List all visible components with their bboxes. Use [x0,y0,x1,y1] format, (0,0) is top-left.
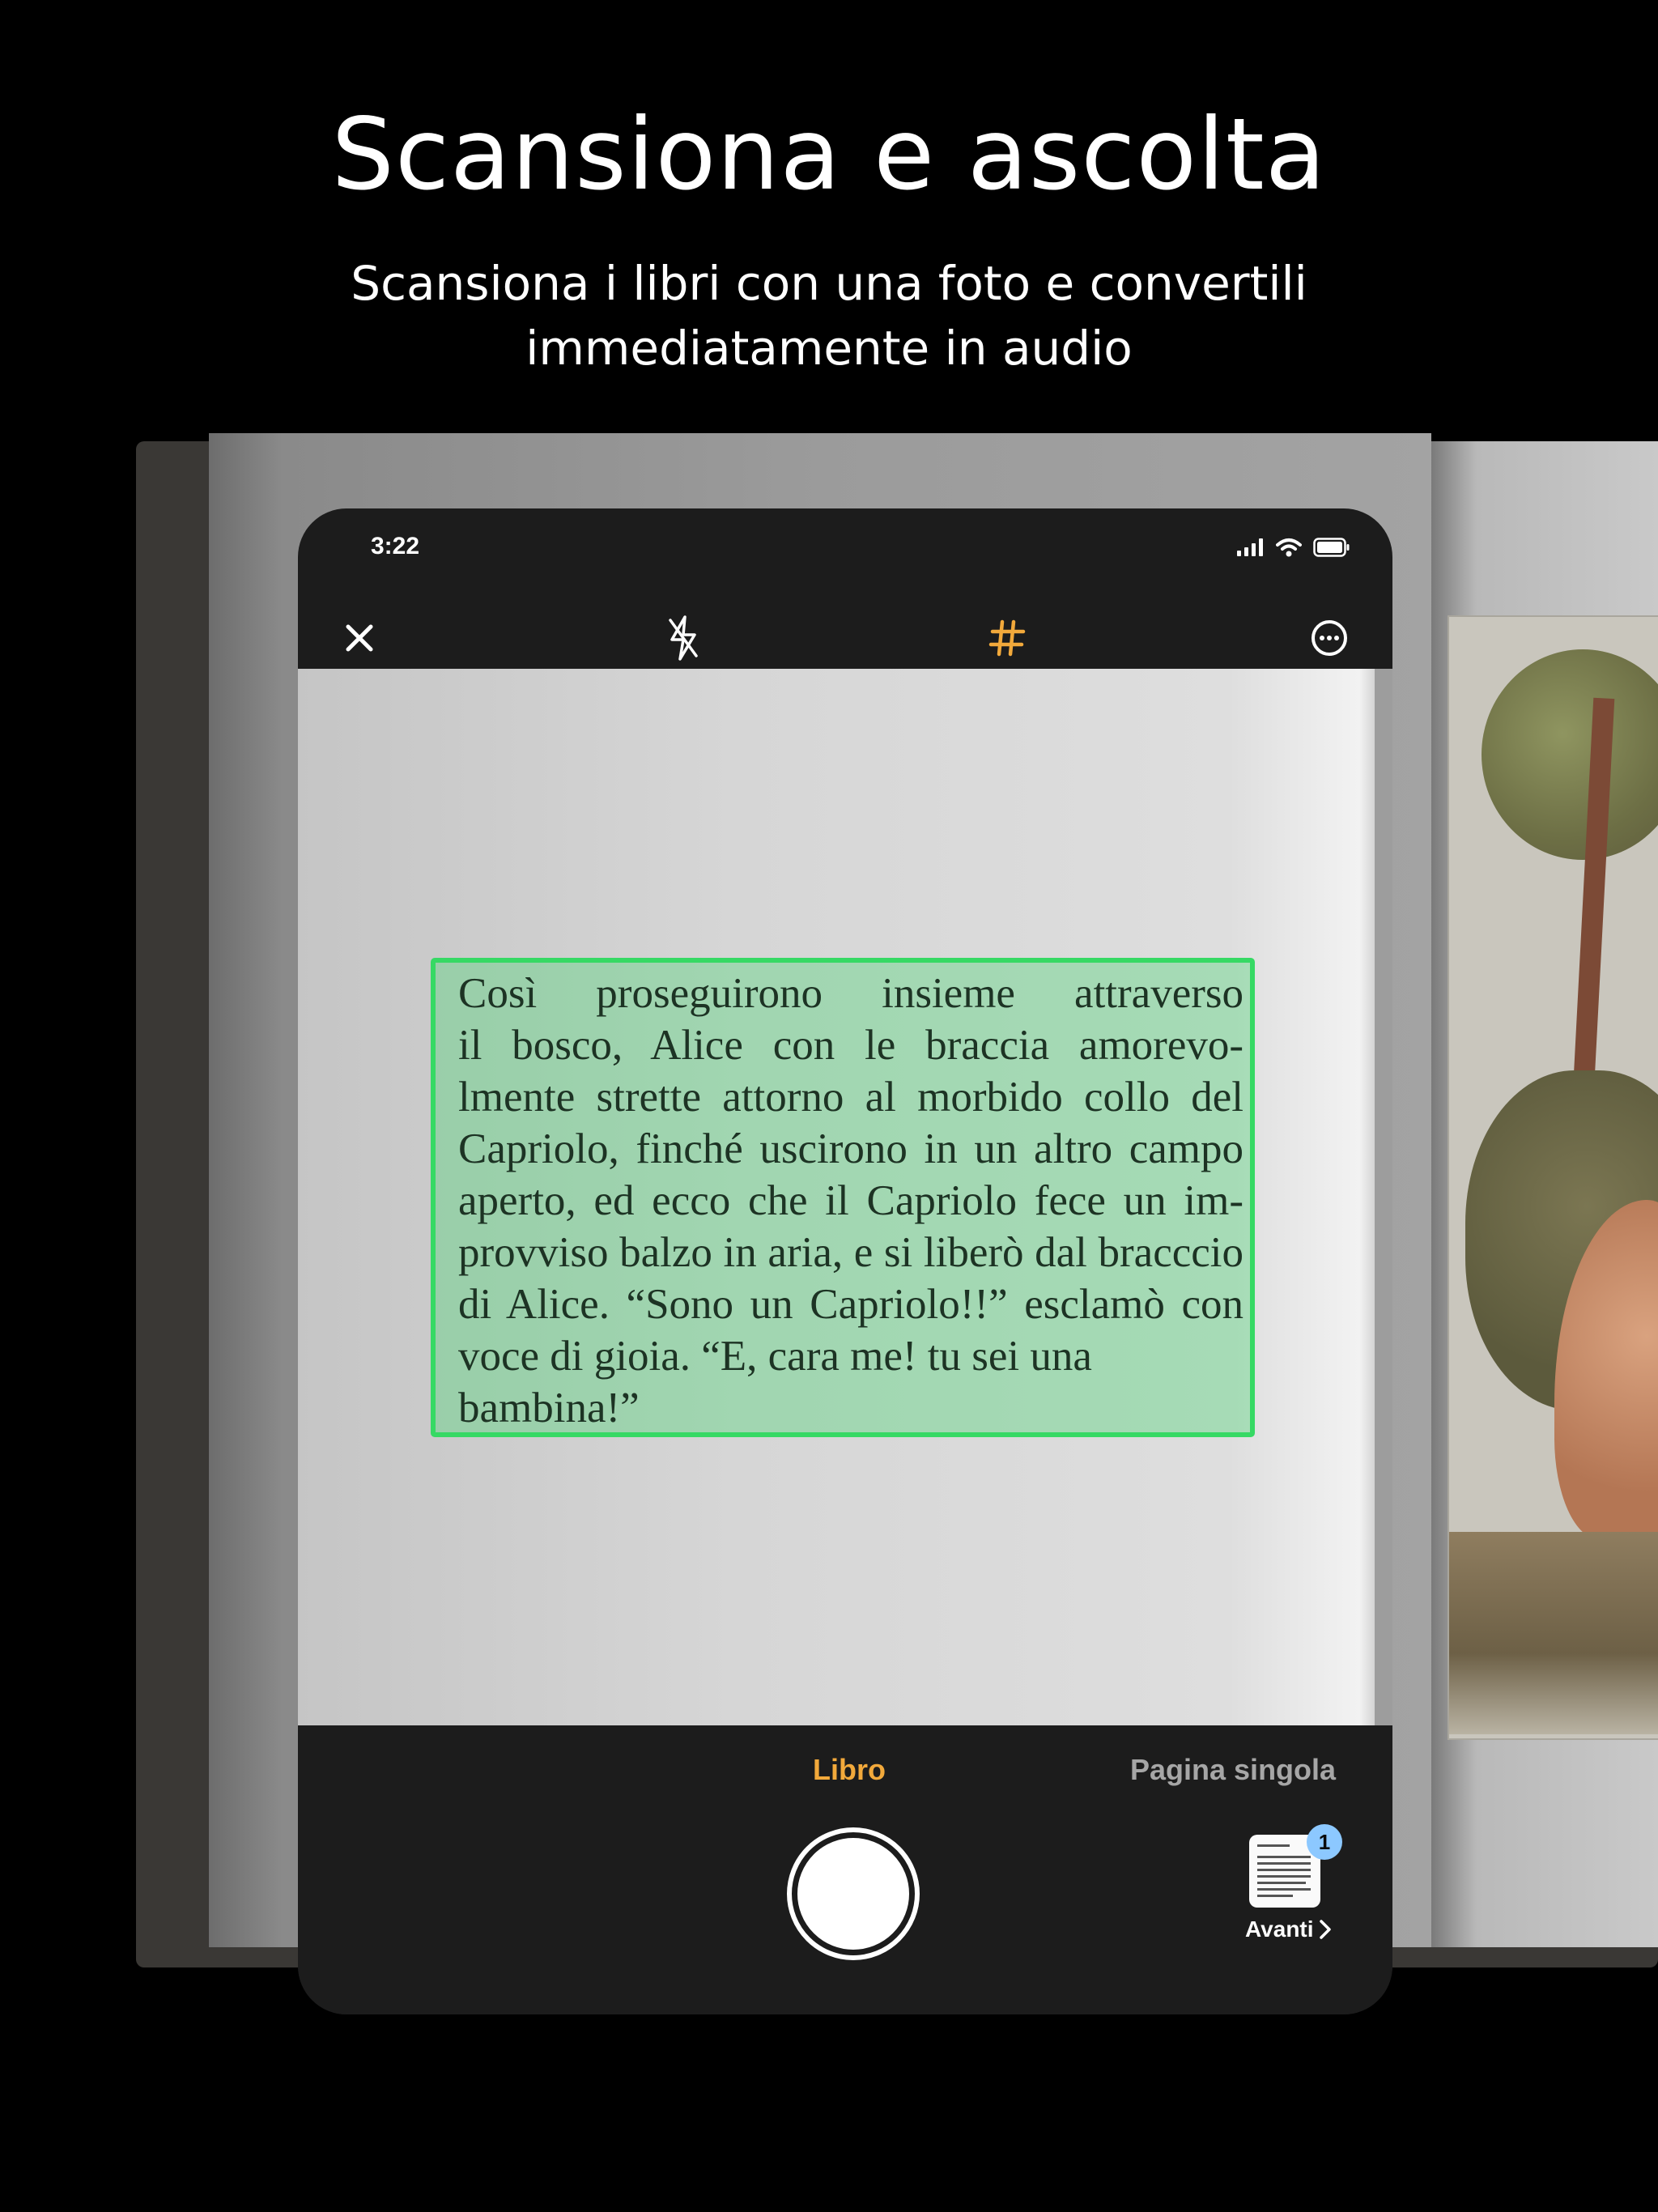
thumb-line [1257,1888,1311,1891]
scan-text-line: Capriolo, finché uscirono in un altro ca… [458,1125,1244,1172]
page-edge [1375,669,1392,1725]
thumb-line [1257,1862,1311,1865]
text-detection-box: Così proseguirono insieme attraverso il … [431,958,1255,1437]
thumb-line [1257,1895,1293,1897]
thumb-line [1257,1856,1311,1858]
close-icon [346,624,373,652]
battery-icon [1313,538,1350,557]
more-icon [1312,620,1347,656]
next-label: Avanti [1245,1916,1314,1942]
thumb-line [1257,1869,1311,1871]
grid-icon [988,619,1026,657]
camera-viewfinder[interactable]: Così proseguirono insieme attraverso il … [298,669,1392,1725]
signal-icon [1237,538,1263,556]
next-button[interactable]: Avanti [1245,1916,1332,1942]
scan-text-line: Così proseguirono insieme attraverso [458,970,1244,1017]
flash-toggle-button[interactable] [659,614,708,662]
status-time: 3:22 [371,533,420,559]
wifi-icon [1276,538,1302,557]
subheadline: Scansiona i libri con una foto e convert… [351,256,1307,376]
scan-text-line: il bosco, Alice con le braccia amorevo- [458,1022,1244,1069]
thumb-line [1257,1844,1290,1847]
tablet-screen: 3:22 Così proseguirono insieme attravers… [298,508,1392,2014]
grid-toggle-button[interactable] [983,614,1031,662]
chevron-right-icon [1319,1920,1331,1939]
more-options-button[interactable] [1305,614,1354,662]
page-count-badge: 1 [1307,1824,1342,1860]
thumb-line [1257,1882,1306,1884]
scan-text-line: bambina!” [458,1385,640,1431]
flash-off-icon [669,615,698,661]
capture-panel: Libro Pagina singola 1 Avanti [298,1725,1392,2014]
headline: Scansiona e ascolta [331,97,1327,212]
tree-leaves [1482,649,1658,860]
mode-book-tab[interactable]: Libro [813,1753,886,1787]
ground [1449,1532,1658,1734]
thumb-line [1257,1875,1311,1878]
mode-single-page-tab[interactable]: Pagina singola [1130,1753,1336,1787]
scan-text-line: lmente strette attorno al morbido collo … [458,1074,1244,1121]
scan-text-line: di Alice. “Sono un Capriolo!!” esclamò c… [458,1281,1244,1328]
scan-text-line: voce di gioia. “E, cara me! tu sei una [458,1333,1092,1380]
status-icons [1237,533,1350,562]
scan-text-line: provviso balzo in aria, e si liberò dal … [458,1229,1244,1276]
shutter-inner [794,1835,912,1953]
shutter-button[interactable] [787,1827,920,1960]
close-button[interactable] [335,614,384,662]
scan-text-line: aperto, ed ecco che il Capriolo fece un … [458,1177,1244,1224]
deer-illustration [1448,615,1658,1740]
